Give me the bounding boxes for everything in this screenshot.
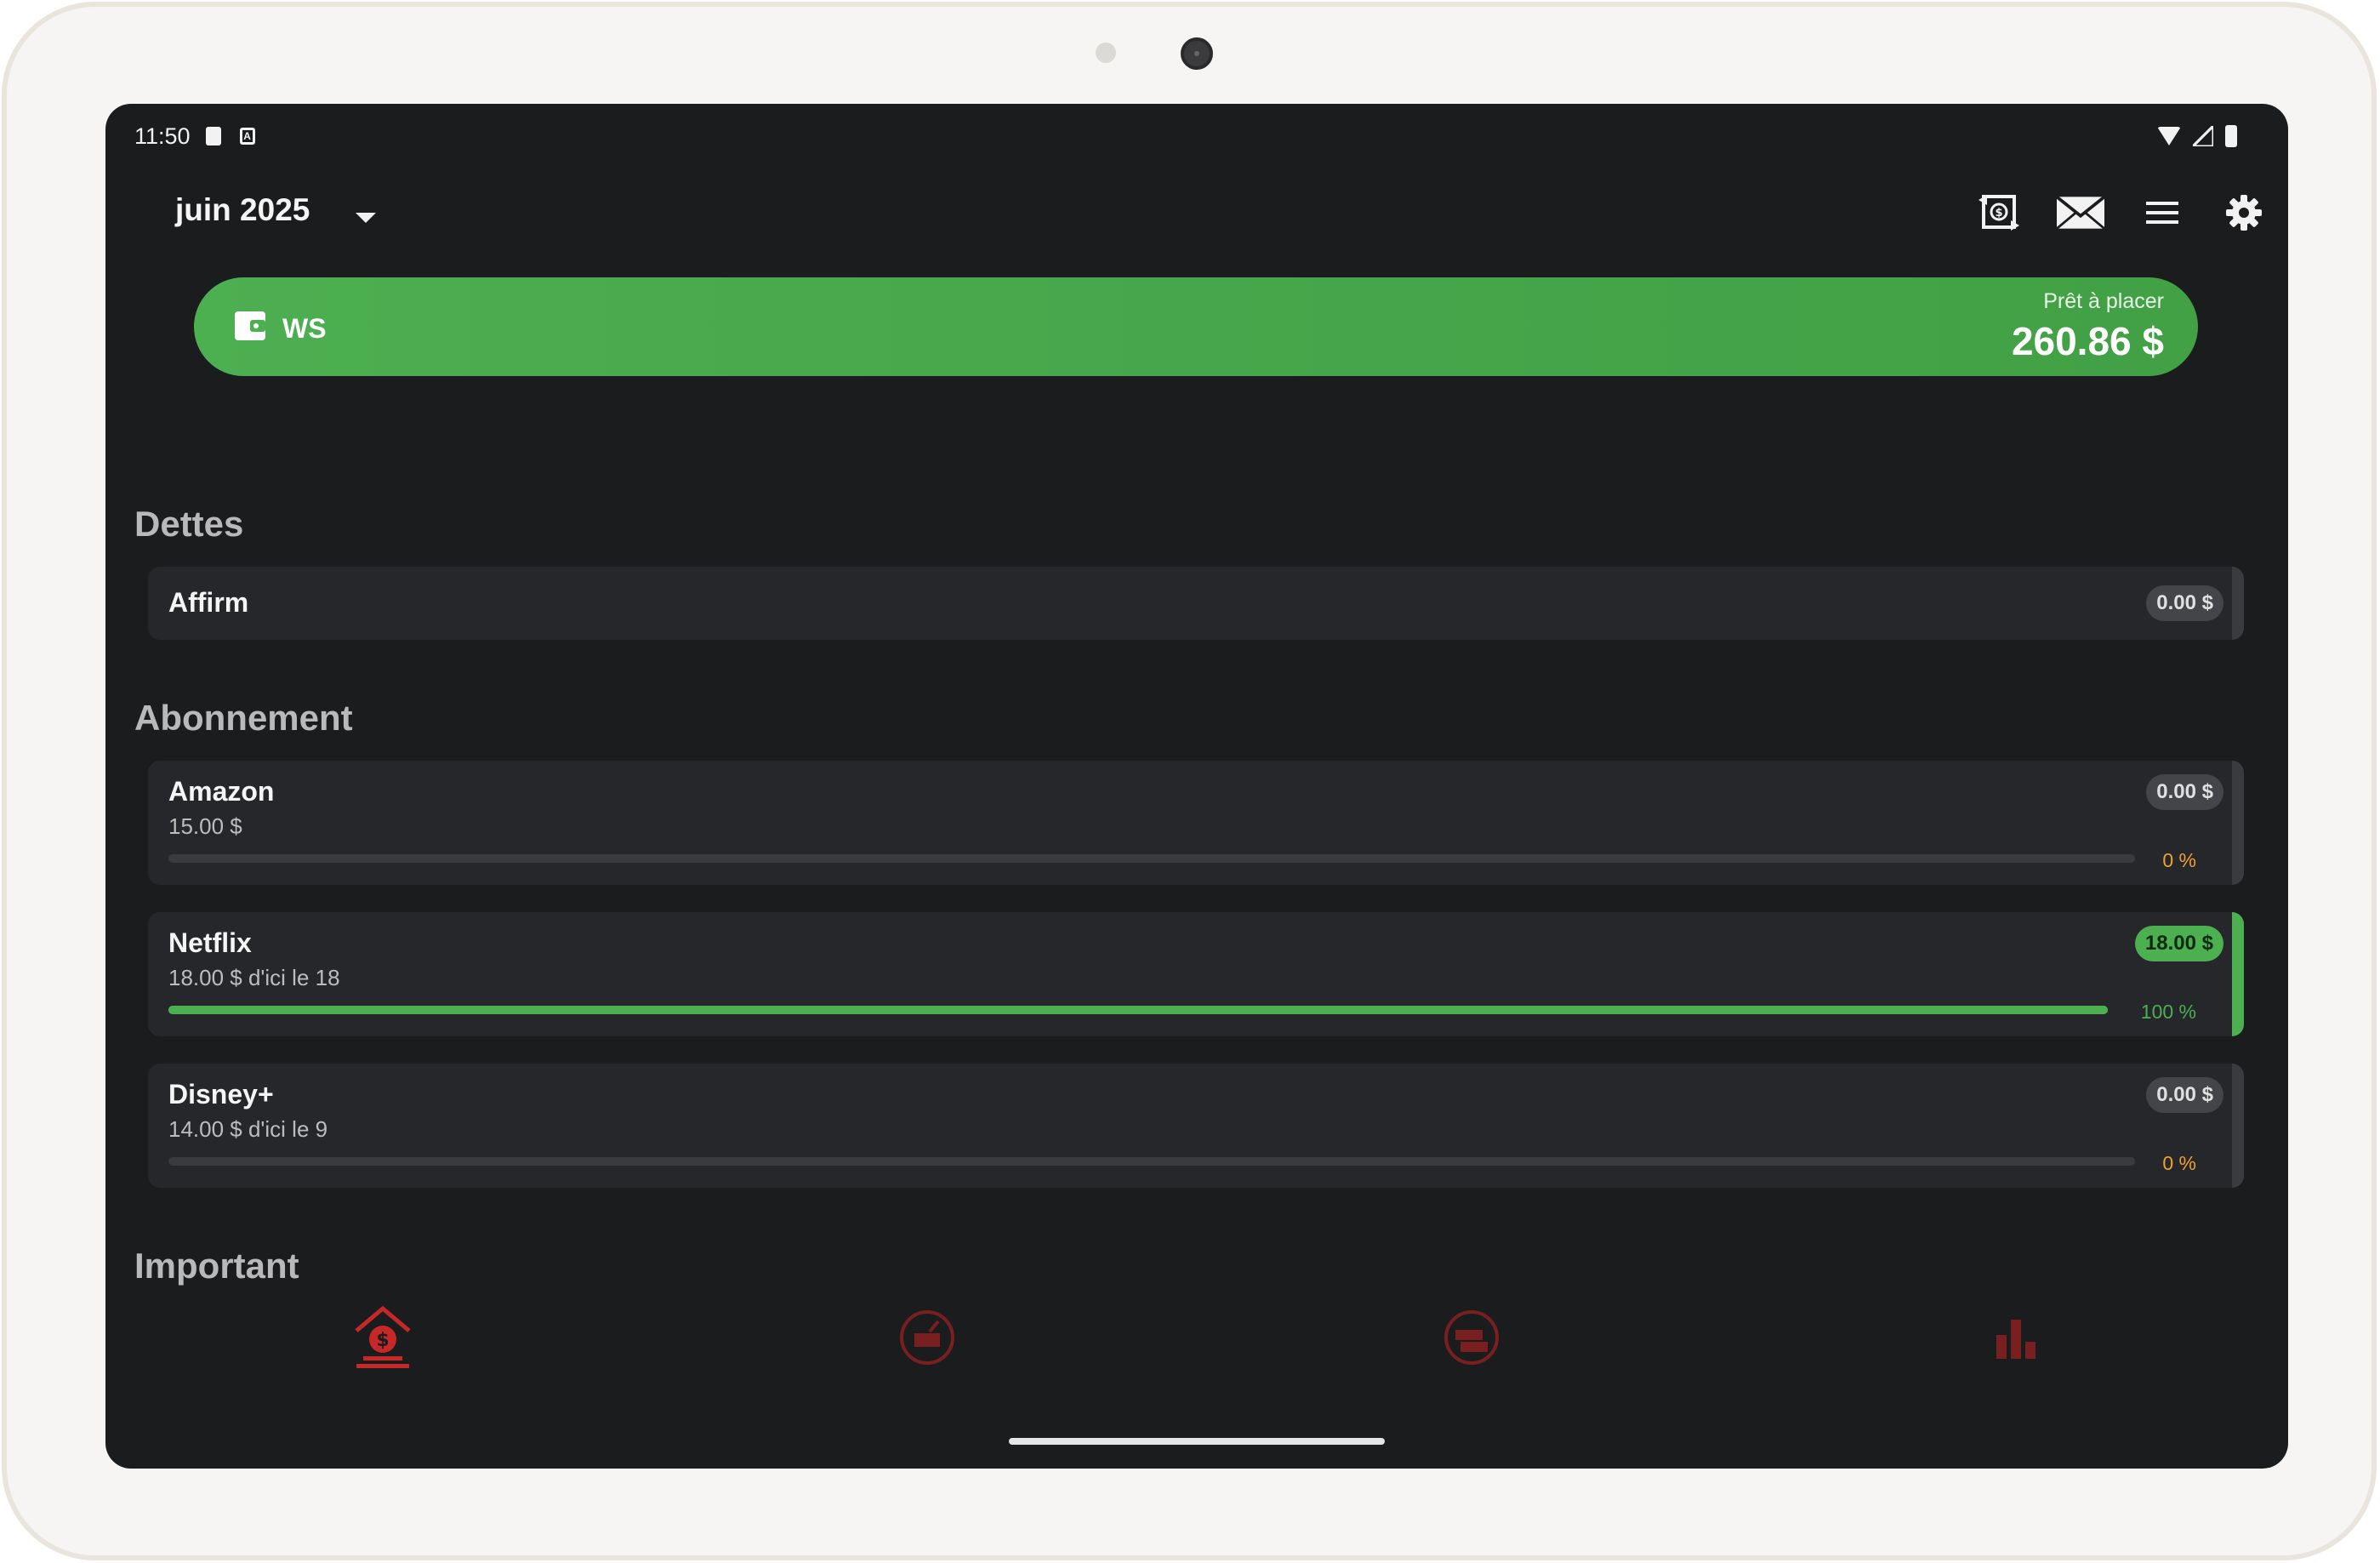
reports-chart-icon — [1996, 1320, 2036, 1359]
status-bar: 11:50 A — [134, 114, 2237, 158]
wallet-balance-banner[interactable]: WS Prêt à placer 260.86 $ — [194, 277, 2198, 376]
nav-accounts[interactable] — [1438, 1303, 1506, 1372]
status-edge — [2232, 567, 2244, 640]
category-row-disney[interactable]: Disney+ 14.00 $ d'ici le 9 0.00 $ 0 % — [148, 1064, 2244, 1188]
chevron-down-icon — [356, 213, 376, 223]
settings-button[interactable] — [2220, 189, 2268, 237]
nav-budget[interactable]: $ — [349, 1303, 417, 1372]
progress-percent: 0 % — [2162, 849, 2196, 871]
front-camera — [1181, 37, 1213, 70]
assigned-badge: 18.00 $ — [2134, 926, 2223, 961]
top-app-bar: juin 2025 $ — [105, 172, 2288, 265]
assigned-badge: 0.00 $ — [2146, 1077, 2223, 1113]
exchange-money-icon: $ — [1979, 195, 2019, 231]
progress-bar — [168, 1157, 2135, 1166]
category-row-netflix[interactable]: Netflix 18.00 $ d'ici le 18 18.00 $ 100 … — [148, 912, 2244, 1036]
transfer-button[interactable]: $ — [1975, 189, 2023, 237]
sd-card-icon — [205, 127, 221, 145]
progress-bar — [168, 854, 2135, 863]
progress-fill — [168, 1006, 2108, 1014]
status-edge — [2232, 912, 2244, 1036]
status-time: 11:50 — [134, 123, 191, 149]
assigned-badge: 0.00 $ — [2146, 585, 2223, 621]
bottom-navigation: $ — [105, 1295, 2288, 1380]
category-name: Disney+ — [168, 1079, 274, 1110]
category-target: 15.00 $ — [168, 813, 242, 839]
category-target: 18.00 $ d'ici le 18 — [168, 965, 340, 990]
category-name: Affirm — [168, 587, 249, 618]
progress-bar — [168, 1006, 2108, 1014]
gesture-handle[interactable] — [1009, 1438, 1385, 1445]
messages-button[interactable] — [2057, 189, 2104, 237]
settings-icon — [2226, 195, 2262, 231]
battery-icon — [2225, 125, 2237, 147]
svg-text:$: $ — [376, 1330, 389, 1351]
ready-to-assign-amount: 260.86 $ — [2011, 319, 2164, 363]
wallet-name: WS — [282, 313, 327, 344]
section-title-debts: Dettes — [134, 504, 244, 544]
nav-transactions[interactable] — [893, 1303, 961, 1372]
category-row-affirm[interactable]: Affirm 0.00 $ — [148, 567, 2244, 640]
svg-text:$: $ — [1995, 207, 2002, 220]
cell-signal-icon — [2193, 126, 2213, 146]
tablet-frame: 11:50 A juin 2025 $ WS Prêt à placer 260… — [2, 2, 2377, 1560]
status-edge — [2232, 1064, 2244, 1188]
assigned-badge: 0.00 $ — [2146, 774, 2223, 810]
keyboard-a-icon: A — [239, 128, 255, 145]
progress-percent: 100 % — [2140, 1001, 2196, 1023]
menu-button[interactable] — [2138, 189, 2186, 237]
wallet-icon — [235, 311, 265, 340]
category-target: 14.00 $ d'ici le 9 — [168, 1116, 328, 1142]
nav-reports[interactable] — [1982, 1303, 2050, 1372]
category-name: Netflix — [168, 927, 252, 958]
accounts-icon — [1444, 1310, 1499, 1365]
category-name: Amazon — [168, 776, 275, 807]
budget-home-icon: $ — [355, 1305, 411, 1368]
status-edge — [2232, 761, 2244, 885]
wifi-icon — [2157, 127, 2181, 145]
section-title-subscription: Abonnement — [134, 698, 353, 738]
category-row-amazon[interactable]: Amazon 15.00 $ 0.00 $ 0 % — [148, 761, 2244, 885]
envelope-icon — [2057, 196, 2104, 230]
proximity-sensor — [1096, 43, 1116, 63]
menu-icon — [2146, 202, 2178, 224]
progress-percent: 0 % — [2162, 1152, 2196, 1174]
section-title-important: Important — [134, 1246, 299, 1286]
ready-to-assign-label: Prêt à placer — [2043, 289, 2164, 313]
transactions-icon — [900, 1310, 954, 1365]
app-screen: 11:50 A juin 2025 $ WS Prêt à placer 260… — [105, 104, 2288, 1469]
month-label: juin 2025 — [175, 192, 310, 227]
